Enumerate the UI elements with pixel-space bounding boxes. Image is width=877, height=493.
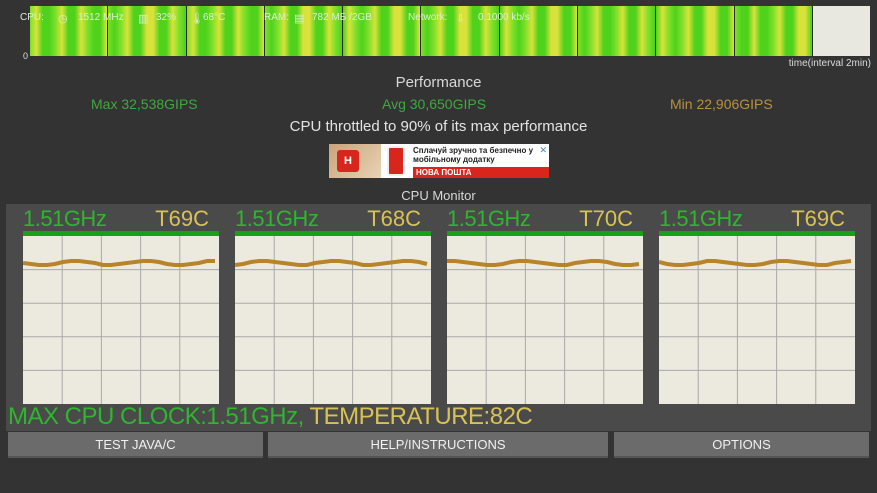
heat-strip — [30, 6, 813, 56]
heat-segment — [421, 6, 500, 56]
graph-zero-label: 0 — [23, 51, 29, 61]
core-graph — [23, 236, 219, 404]
ad-brand: НОВА ПОШТА — [413, 167, 549, 178]
core-freq: 1.51GHz — [659, 206, 743, 231]
perf-max: Max 32,538GIPS — [91, 96, 198, 112]
core-temp: T68C — [367, 206, 421, 231]
performance-title: Performance — [395, 74, 482, 91]
max-temperature: TEMPERATURE:82C — [309, 403, 533, 430]
heat-segment — [108, 6, 187, 56]
phone-icon — [387, 146, 405, 176]
cpu-monitor-title: CPU Monitor — [401, 188, 476, 203]
core-freq: 1.51GHz — [235, 206, 319, 231]
core-graph — [447, 236, 643, 404]
max-cpu-clock: MAX CPU CLOCK:1.51GHz, — [8, 403, 304, 430]
help-instructions-button[interactable]: HELP/INSTRUCTIONS — [268, 432, 608, 458]
core-temp: T70C — [579, 206, 633, 231]
frequency-trace — [23, 259, 215, 267]
heat-segment — [656, 6, 735, 56]
heat-segment — [578, 6, 657, 56]
perf-min: Min 22,906GIPS — [670, 96, 773, 112]
frequency-trace — [447, 259, 640, 267]
core-temp: T69C — [155, 206, 209, 231]
heat-segment — [264, 6, 344, 56]
graph-time-label: time(interval 2min) — [788, 58, 871, 69]
ad-banner[interactable]: H Сплачуй зручно та безпечно у мобільном… — [329, 144, 549, 178]
ad-close-icon[interactable]: ✕ — [539, 145, 547, 156]
options-button[interactable]: OPTIONS — [614, 432, 869, 458]
perf-avg: Avg 30,650GIPS — [382, 96, 487, 112]
test-java-c-button[interactable]: TEST JAVA/C — [8, 432, 263, 458]
core-freq: 1.51GHz — [447, 206, 531, 231]
cpu-history-graph — [30, 6, 870, 56]
core-freq: 1.51GHz — [23, 206, 107, 231]
heat-segment — [343, 6, 422, 56]
frequency-trace — [659, 259, 852, 267]
max-cpu-summary: MAX CPU CLOCK:1.51GHz, TEMPERATURE:82C — [8, 403, 533, 431]
throttle-note: CPU throttled to 90% of its max performa… — [289, 118, 588, 135]
cpu-monitor-panel: 1.51GHz T69C 1.51GHz T68C 1.51GHz T70C 1… — [6, 204, 871, 431]
frequency-trace — [235, 259, 428, 267]
heat-segment — [186, 6, 265, 56]
heat-segment — [734, 6, 813, 56]
core-graph — [235, 236, 431, 404]
ad-text: Сплачуй зручно та безпечно у мобільному … — [413, 146, 534, 164]
nova-poshta-logo: H — [337, 150, 359, 172]
core-graph — [659, 236, 855, 404]
heat-segment — [30, 6, 109, 56]
core-temp: T69C — [791, 206, 845, 231]
ad-image: H — [329, 144, 381, 178]
heat-segment — [499, 6, 579, 56]
